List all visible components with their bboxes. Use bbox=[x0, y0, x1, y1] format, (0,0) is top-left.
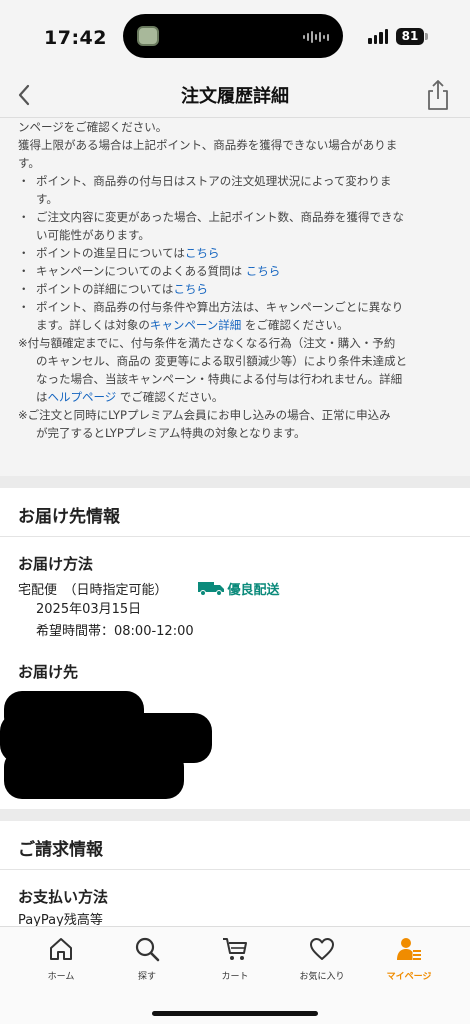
battery-level: 81 bbox=[396, 28, 424, 45]
heart-icon bbox=[310, 938, 334, 960]
tab-bar: ホーム 探す カート お気に入り マイページ bbox=[0, 926, 470, 1024]
now-playing-icon bbox=[137, 26, 159, 46]
payment-method-value: PayPay残高等 bbox=[18, 913, 103, 926]
note-text: ※ご注文と同時にLYPプレミアム会員にお申し込みの場合、正常に申込み bbox=[18, 408, 391, 422]
note-text: す。 bbox=[18, 156, 40, 170]
page-title: 注文履歴詳細 bbox=[181, 86, 289, 107]
delivery-method-title: お届け方法 bbox=[18, 555, 94, 573]
share-icon bbox=[428, 80, 448, 110]
signal-icon bbox=[368, 28, 388, 44]
tab-mypage[interactable]: マイページ bbox=[366, 935, 452, 982]
delivery-method-row: 宅配便 （日時指定可能） 優良配送 bbox=[18, 577, 452, 599]
tab-search[interactable]: 探す bbox=[104, 935, 190, 982]
nav-bar: 注文履歴詳細 bbox=[0, 76, 470, 118]
quality-delivery-badge: 優良配送 bbox=[197, 579, 280, 598]
list-item: ・ ポイントの詳細についてはこちら bbox=[18, 282, 208, 296]
note-text: なった場合、当該キャンペーン・特典による付与は行われません。詳細 bbox=[36, 372, 403, 386]
dynamic-island bbox=[123, 14, 343, 58]
status-bar: 17:42 81 bbox=[0, 0, 470, 76]
list-item: ・ キャンペーンについてのよくある質問は こちら bbox=[18, 264, 281, 278]
points-detail-link[interactable]: こちら bbox=[173, 282, 208, 296]
delivery-date: 2025年03月15日 bbox=[36, 602, 142, 617]
list-item: ・ ポイント、商品券の付与日はストアの注文処理状況によって変わりま す。 bbox=[18, 174, 392, 206]
share-button[interactable] bbox=[424, 78, 452, 112]
status-time: 17:42 bbox=[44, 27, 107, 49]
list-item: ・ ポイントの進呈日についてはこちら bbox=[18, 246, 220, 260]
search-icon bbox=[135, 937, 160, 962]
section-divider bbox=[0, 809, 470, 821]
cart-icon bbox=[223, 938, 247, 960]
campaign-notes: ンページをご確認ください。 獲得上限がある場合は上記ポイント、商品券を獲得できな… bbox=[0, 118, 470, 476]
delivery-address-title: お届け先 bbox=[18, 663, 79, 681]
campaign-detail-link[interactable]: キャンペーン詳細 bbox=[150, 318, 241, 332]
delivery-method-block: お届け方法 宅配便 （日時指定可能） 優良配送 2025年03月15日 希望時間… bbox=[0, 537, 470, 643]
billing-section-title: ご請求情報 bbox=[0, 821, 470, 870]
note-text: 獲得上限がある場合は上記ポイント、商品券を獲得できない場合がありま bbox=[18, 138, 398, 152]
truck-icon bbox=[197, 582, 224, 596]
home-icon bbox=[50, 938, 72, 960]
tab-home[interactable]: ホーム bbox=[18, 935, 104, 982]
note-text: はヘルプページ でご確認ください。 bbox=[36, 390, 224, 404]
note-text: ※付与額確定までに、付与条件を満たさなくなる行為（注文・購入・予約 bbox=[18, 336, 396, 350]
battery-icon: 81 bbox=[396, 28, 428, 45]
help-page-link[interactable]: ヘルプページ bbox=[48, 390, 117, 404]
campaign-faq-link[interactable]: こちら bbox=[246, 264, 281, 278]
payment-method-title: お支払い方法 bbox=[18, 888, 109, 906]
list-item: ・ ポイント、商品券の付与条件や算出方法は、キャンペーンごとに異なり ます。詳しく… bbox=[18, 300, 404, 332]
note-text: ンページをご確認ください。 bbox=[18, 120, 168, 134]
mypage-icon bbox=[397, 938, 421, 960]
note-text: が完了するとLYPプレミアム特典の対象となります。 bbox=[36, 426, 306, 440]
audio-wave-icon bbox=[303, 31, 329, 43]
tab-cart[interactable]: カート bbox=[192, 935, 278, 982]
list-item: ・ ご注文内容に変更があった場合、上記ポイント数、商品券を獲得できな い可能性があ… bbox=[18, 210, 404, 242]
redacted-address bbox=[0, 689, 452, 809]
section-divider bbox=[0, 476, 470, 488]
main-content[interactable]: ンページをご確認ください。 獲得上限がある場合は上記ポイント、商品券を獲得できな… bbox=[0, 118, 470, 926]
home-indicator bbox=[152, 1011, 318, 1016]
tab-favorites[interactable]: お気に入り bbox=[279, 935, 365, 982]
delivery-section-title: お届け先情報 bbox=[0, 488, 470, 537]
delivery-address-block: お届け先 bbox=[0, 643, 470, 809]
delivery-method: 宅配便 （日時指定可能） bbox=[18, 582, 168, 598]
note-text: のキャンセル、商品の 変更等による取引額減少等）により条件未達成と bbox=[36, 354, 408, 368]
points-date-link[interactable]: こちら bbox=[185, 246, 220, 260]
payment-block: お支払い方法 PayPay残高等 bbox=[0, 870, 470, 926]
delivery-time-slot: 希望時間帯：08:00-12:00 bbox=[36, 624, 194, 639]
